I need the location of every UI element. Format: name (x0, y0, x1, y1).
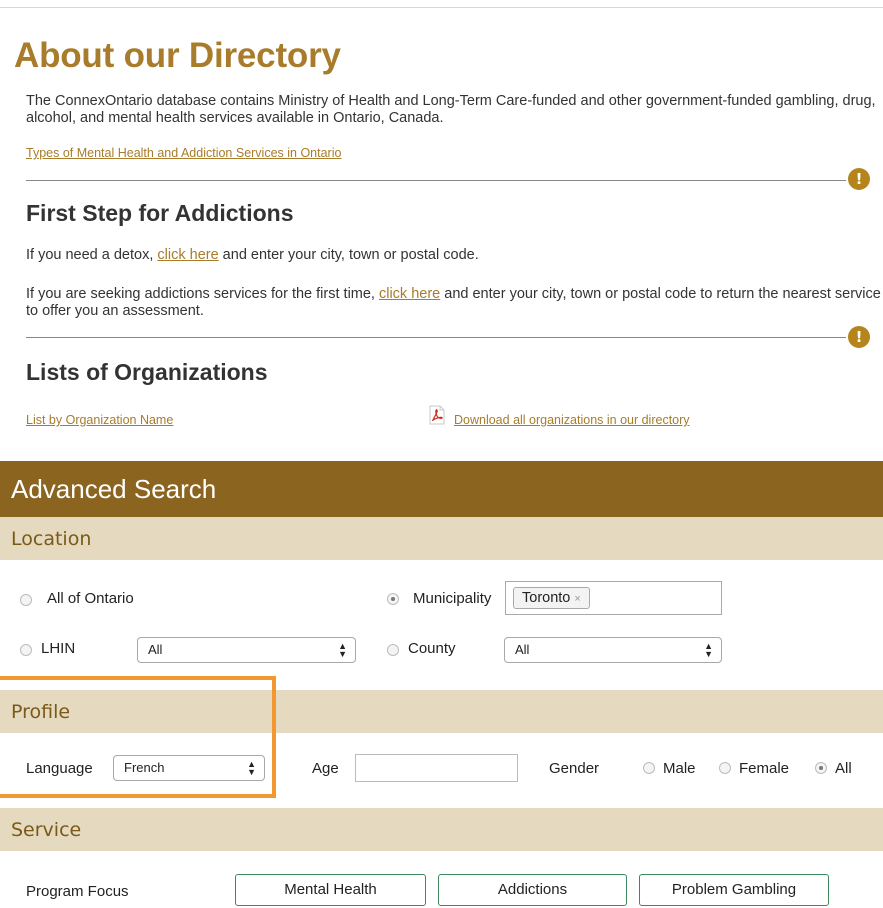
service-heading: Service (11, 819, 82, 841)
location-heading: Location (11, 528, 92, 550)
gender-female-radio[interactable] (719, 762, 731, 774)
divider (26, 337, 846, 338)
location-subheader: Location (0, 517, 883, 560)
gender-all-label: All (835, 760, 852, 777)
lists-heading: Lists of Organizations (26, 359, 268, 385)
gender-male-radio[interactable] (643, 762, 655, 774)
service-subheader: Service (0, 808, 883, 851)
municipality-tag: Toronto × (513, 587, 590, 609)
age-label: Age (312, 760, 339, 777)
list-by-organization-link[interactable]: List by Organization Name (26, 413, 173, 427)
intro-text: The ConnexOntario database contains Mini… (26, 93, 876, 126)
lhin-label: LHIN (41, 640, 76, 657)
county-radio[interactable] (387, 644, 399, 656)
lhin-select[interactable]: All ▲ ▼ (137, 637, 356, 663)
up-down-arrows-icon: ▲ ▼ (704, 641, 713, 659)
seeking-text-before: If you are seeking addictions services f… (26, 286, 379, 302)
advanced-search-title: Advanced Search (11, 474, 217, 504)
pdf-file-icon (429, 405, 445, 425)
mental-health-button[interactable]: Mental Health (235, 874, 426, 906)
municipality-input[interactable]: Toronto × (505, 581, 722, 615)
detox-text-after: and enter your city, town or postal code… (218, 247, 479, 263)
municipality-radio[interactable] (387, 593, 399, 605)
age-input[interactable] (355, 754, 518, 782)
detox-text-before: If you need a detox, (26, 247, 158, 263)
gender-label: Gender (549, 760, 600, 777)
first-step-heading: First Step for Addictions (26, 200, 294, 226)
municipality-label: Municipality (413, 590, 492, 607)
seeking-click-here-link[interactable]: click here (379, 286, 440, 302)
seeking-paragraph: If you are seeking addictions services f… (26, 286, 883, 320)
detox-paragraph: If you need a detox, click here and ente… (26, 247, 883, 264)
exclamation-circle-icon[interactable]: ! (848, 168, 870, 190)
municipality-tag-label: Toronto (522, 590, 571, 606)
detox-click-here-link[interactable]: click here (157, 247, 218, 263)
top-rule (0, 7, 883, 8)
lhin-radio[interactable] (20, 644, 32, 656)
download-all-organizations-link[interactable]: Download all organizations in our direct… (454, 413, 690, 427)
program-focus-label: Program Focus (26, 883, 129, 900)
remove-tag-icon[interactable]: × (574, 593, 580, 605)
exclamation-circle-icon[interactable]: ! (848, 326, 870, 348)
gender-female-label: Female (739, 760, 790, 777)
gender-male-label: Male (663, 760, 696, 777)
profile-highlight-box (0, 676, 276, 798)
types-of-services-link[interactable]: Types of Mental Health and Addiction Ser… (26, 146, 341, 160)
problem-gambling-button[interactable]: Problem Gambling (639, 874, 829, 906)
lhin-select-value: All (148, 642, 163, 657)
county-select-value: All (515, 642, 530, 657)
county-select[interactable]: All ▲ ▼ (504, 637, 722, 663)
page-title: About our Directory (14, 36, 341, 75)
gender-all-radio[interactable] (815, 762, 827, 774)
all-ontario-label: All of Ontario (47, 590, 134, 607)
county-label: County (408, 640, 456, 657)
up-down-arrows-icon: ▲ ▼ (338, 641, 347, 659)
advanced-search-band: Advanced Search (0, 461, 883, 517)
all-ontario-radio[interactable] (20, 594, 32, 606)
addictions-button[interactable]: Addictions (438, 874, 627, 906)
divider (26, 180, 846, 181)
